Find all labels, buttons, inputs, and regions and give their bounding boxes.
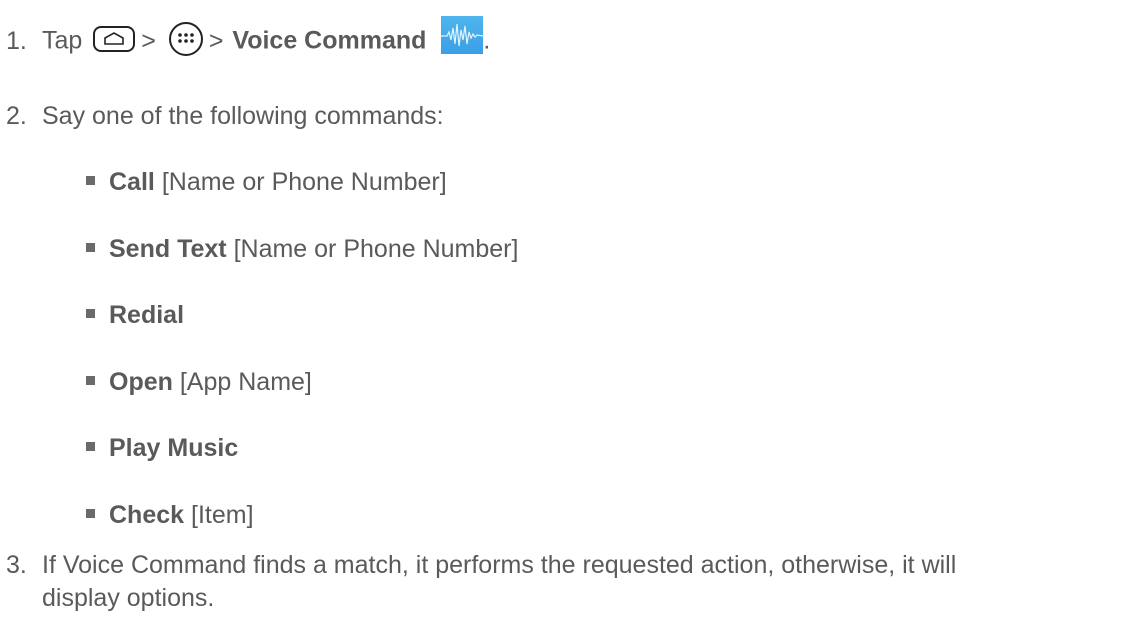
step-2: 2. Say one of the following commands: [6, 101, 444, 132]
instruction-document: 1. Tap > > Voice Command . 2. Say one of t… [0, 0, 1135, 622]
bullet-marker [86, 308, 95, 318]
command-item: Check [Item] [86, 500, 254, 531]
bullet-marker [86, 242, 95, 252]
step-number: 3. [6, 551, 27, 579]
home-key-icon [93, 26, 136, 52]
step-1: 1. Tap > > Voice Command . [6, 16, 491, 61]
command-keyword: Redial [109, 301, 185, 329]
command-item: Send Text [Name or Phone Number] [86, 234, 518, 265]
step-text: Say one of the following commands: [42, 102, 444, 130]
command-item: Play Music [86, 433, 238, 464]
command-argument: [Name or Phone Number] [233, 235, 519, 263]
apps-icon [168, 22, 203, 56]
command-argument: [Item] [191, 501, 254, 529]
step-prefix: Tap [42, 26, 83, 55]
command-keyword: Call [109, 168, 155, 196]
voice-command-label: Voice Command [232, 26, 427, 55]
separator: > [141, 26, 156, 55]
bullet-marker [86, 175, 95, 185]
separator: > [208, 26, 224, 55]
command-item: Redial [86, 300, 184, 331]
command-keyword: Play Music [109, 434, 239, 462]
step-number: 2. [6, 102, 27, 130]
step-text: If Voice Command finds a match, it perfo… [42, 551, 957, 579]
command-argument: [App Name] [179, 368, 312, 396]
step-text-continued: display options. [42, 584, 215, 612]
command-keyword: Open [109, 368, 173, 396]
step-suffix: . [483, 26, 491, 55]
command-keyword: Send Text [109, 235, 227, 263]
command-item: Call [Name or Phone Number] [86, 167, 447, 198]
command-item: Open [App Name] [86, 367, 312, 398]
command-argument: [Name or Phone Number] [161, 168, 447, 196]
command-keyword: Check [109, 501, 185, 529]
step-3: 3. If Voice Command finds a match, it per… [6, 550, 1126, 614]
voice-command-icon [441, 16, 484, 54]
bullet-marker [86, 441, 95, 451]
step-number: 1. [6, 26, 27, 55]
bullet-marker [86, 508, 95, 518]
bullet-marker [86, 375, 95, 385]
